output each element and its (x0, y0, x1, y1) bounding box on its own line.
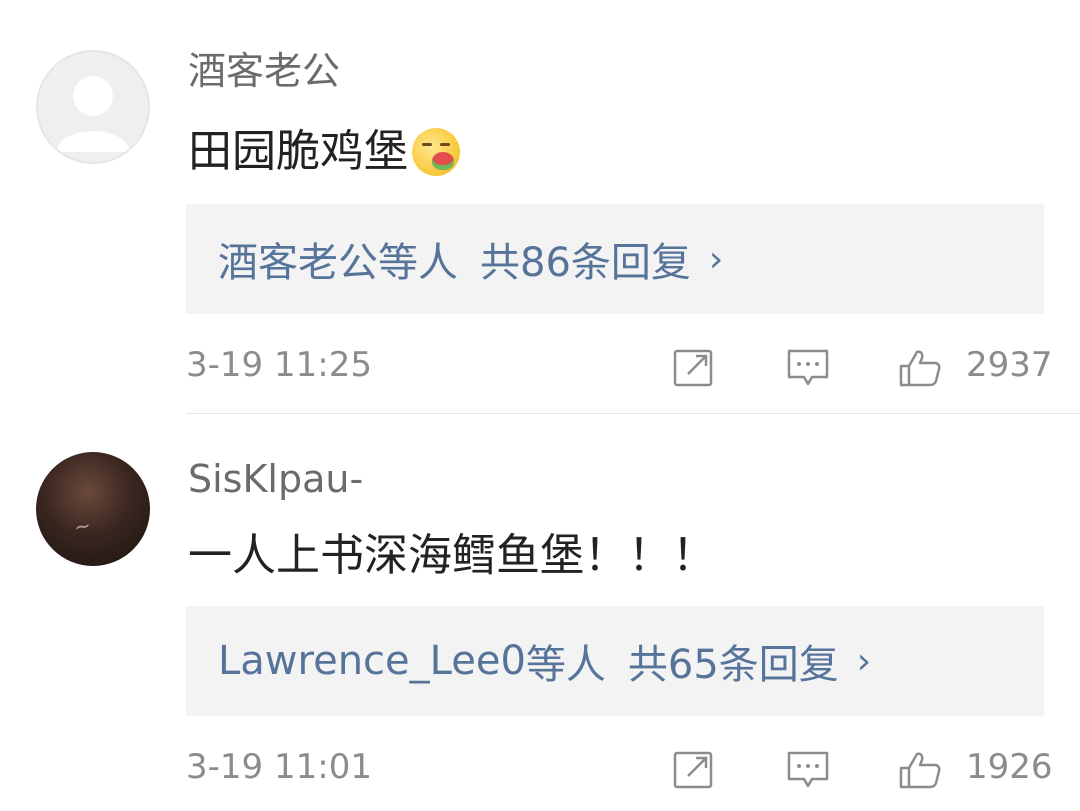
timestamp: 3-19 11:25 (186, 345, 372, 385)
reply-names[interactable]: 酒客老公 (218, 230, 378, 288)
reply-suffix: 等人 (378, 240, 458, 286)
comment-text: 田园脆鸡堡 (188, 128, 460, 176)
comment-icon[interactable] (786, 750, 830, 790)
reply-count[interactable]: 共86条回复 (480, 230, 691, 288)
comment-item: 酒客老公 田园脆鸡堡 酒客老公 等人 共86条回复 › 3-19 11:25 2… (0, 0, 1080, 414)
share-icon[interactable] (672, 348, 716, 388)
avatar[interactable] (36, 50, 150, 164)
comment-text-body: 田园脆鸡堡 (188, 126, 408, 177)
reply-summary[interactable]: Lawrence_Lee0 等人 共65条回复 › (186, 606, 1044, 716)
reply-suffix: 等人 (525, 642, 606, 688)
like-count: 1926 (966, 747, 1053, 787)
default-user-icon (56, 76, 130, 152)
chevron-right-icon[interactable]: › (709, 239, 723, 280)
chevron-right-icon[interactable]: › (857, 641, 871, 682)
share-icon[interactable] (672, 750, 716, 790)
thumbs-up-icon[interactable] (898, 750, 942, 790)
thumbs-up-icon[interactable] (898, 348, 942, 388)
comment-text-body: 一人上书深海鳕鱼堡！！！ (188, 530, 716, 581)
comment-text: 一人上书深海鳕鱼堡！！！ (188, 534, 716, 578)
avatar[interactable]: ~ (36, 452, 150, 566)
timestamp: 3-19 11:01 (186, 747, 372, 787)
comment-icon[interactable] (786, 348, 830, 388)
reply-summary[interactable]: 酒客老公 等人 共86条回复 › (186, 204, 1044, 314)
reply-names[interactable]: Lawrence_Lee0 (218, 638, 526, 684)
username[interactable]: 酒客老公 (188, 52, 340, 90)
comment-meta: 3-19 11:25 2937 (186, 345, 1053, 390)
username[interactable]: SisKlpau- (188, 460, 363, 498)
like-count: 2937 (966, 345, 1053, 385)
comment-meta: 3-19 11:01 1926 (186, 747, 1053, 792)
reply-count[interactable]: 共65条回复 (628, 632, 839, 690)
avatar-decoration: ~ (71, 512, 94, 540)
drooling-emoji-icon (412, 128, 460, 176)
comment-item: ~ SisKlpau- 一人上书深海鳕鱼堡！！！ Lawrence_Lee0 等… (0, 414, 1080, 811)
